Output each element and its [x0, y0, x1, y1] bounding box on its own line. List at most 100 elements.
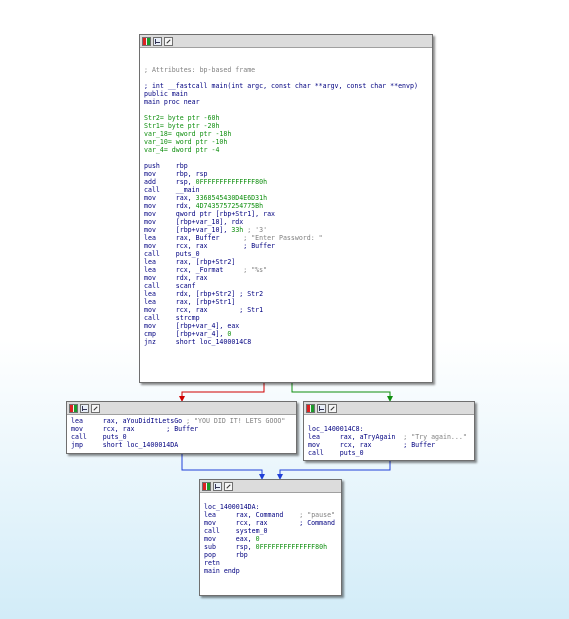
graph-node-main[interactable]: ; Attributes: bp-based frame ; int __fast…	[139, 34, 433, 383]
code-line[interactable]: mov [rbp+var_10], 33h ; '3'	[144, 226, 428, 234]
code-line[interactable]	[144, 58, 428, 66]
graph-node-exit[interactable]: loc_1400014DA: lea rax, Command ; "pause"…	[199, 479, 342, 596]
code-line[interactable]: mov qword ptr [rbp+Str1], rax	[144, 210, 428, 218]
disassembly-listing[interactable]: loc_1400014DA: lea rax, Command ; "pause"…	[200, 493, 341, 577]
code-line[interactable]: mov [rbp+var_18], rdx	[144, 218, 428, 226]
color-icon[interactable]	[306, 403, 315, 413]
code-line[interactable]: ; int __fastcall main(int argc, const ch…	[144, 82, 428, 90]
code-line[interactable]: mov rcx, rax ; Str1	[144, 306, 428, 314]
code-line[interactable]: lea rdx, [rbp+Str2] ; Str2	[144, 290, 428, 298]
code-line[interactable]: mov rdx, rax	[144, 274, 428, 282]
code-line[interactable]: call puts_0	[144, 250, 428, 258]
code-token: ; '3'	[243, 226, 268, 234]
code-token: ; "%s"	[243, 266, 268, 274]
code-token: mov [rbp+var_4], eax	[144, 322, 240, 330]
code-line[interactable]: var_4= dword ptr -4	[144, 146, 428, 154]
code-line[interactable]: var_18= qword ptr -18h	[144, 130, 428, 138]
code-line[interactable]: public main	[144, 90, 428, 98]
code-line[interactable]: lea rcx, _Format ; "%s"	[144, 266, 428, 274]
code-line[interactable]: call scanf	[144, 282, 428, 290]
code-line[interactable]: add rsp, 0FFFFFFFFFFFFFF80h	[144, 178, 428, 186]
code-line[interactable]: pop rbp	[204, 551, 337, 559]
code-token: sub rsp,	[204, 543, 256, 551]
code-line[interactable]: ; Attributes: bp-based frame	[144, 66, 428, 74]
code-line[interactable]: lea rax, Command ; "pause"	[204, 511, 337, 519]
code-line[interactable]: var_10= word ptr -10h	[144, 138, 428, 146]
code-line[interactable]: call system_0	[204, 527, 337, 535]
code-line[interactable]: call puts_0	[71, 433, 292, 441]
code-line[interactable]	[144, 154, 428, 162]
code-line[interactable]	[144, 106, 428, 114]
code-token: ; "Enter Password: "	[243, 234, 323, 242]
code-line[interactable]: lea rax, [rbp+Str1]	[144, 298, 428, 306]
code-token: call strcmp	[144, 314, 200, 322]
graph-node-success[interactable]: lea rax, aYouDidItLetsGo ; "YOU DID IT! …	[66, 401, 297, 454]
color-icon[interactable]	[69, 403, 78, 413]
code-token: 4D7435757254775Bh	[195, 202, 264, 210]
code-line[interactable]: Str2= byte ptr -60h	[144, 114, 428, 122]
code-token: retn	[204, 559, 220, 567]
code-line[interactable]: call strcmp	[144, 314, 428, 322]
code-token: ; int __fastcall main(int argc, const ch…	[144, 82, 418, 90]
code-line[interactable]: mov rdx, 4D7435757254775Bh	[144, 202, 428, 210]
code-token: pop rbp	[204, 551, 248, 559]
code-line[interactable]	[308, 417, 470, 425]
code-token: 0FFFFFFFFFFFFFF80h	[195, 178, 268, 186]
code-line[interactable]: lea rax, [rbp+Str2]	[144, 258, 428, 266]
graph-node-failure[interactable]: loc_1400014C8: lea rax, aTryAgain ; "Try …	[303, 401, 475, 461]
code-token: 0	[255, 535, 260, 543]
code-token: var_10= word ptr -10h	[144, 138, 228, 146]
code-line[interactable]	[204, 495, 337, 503]
code-line[interactable]: sub rsp, 0FFFFFFFFFFFFFF80h	[204, 543, 337, 551]
code-token: lea rax, Buffer	[144, 234, 244, 242]
code-line[interactable]: retn	[204, 559, 337, 567]
zoom-icon[interactable]	[224, 481, 233, 491]
code-line[interactable]: lea rax, aYouDidItLetsGo ; "YOU DID IT! …	[71, 417, 292, 425]
zoom-icon[interactable]	[91, 403, 100, 413]
code-line[interactable]: loc_1400014C8:	[308, 425, 470, 433]
graph-icon[interactable]	[213, 481, 222, 491]
code-line[interactable]: lea rax, Buffer ; "Enter Password: "	[144, 234, 428, 242]
zoom-icon[interactable]	[164, 36, 173, 46]
code-line[interactable]: jmp short loc_1400014DA	[71, 441, 292, 449]
code-line[interactable]: lea rax, aTryAgain ; "Try again..."	[308, 433, 470, 441]
edge-true	[291, 383, 391, 398]
code-line[interactable]: loc_1400014DA:	[204, 503, 337, 511]
code-line[interactable]: mov rcx, rax ; Buffer	[144, 242, 428, 250]
color-icon[interactable]	[142, 36, 151, 46]
code-line[interactable]: call puts_0	[308, 449, 470, 457]
code-line[interactable]: main proc near	[144, 98, 428, 106]
code-line[interactable]: Str1= byte ptr -20h	[144, 122, 428, 130]
code-token: lea rax, Command	[204, 511, 300, 519]
code-line[interactable]: mov eax, 0	[204, 535, 337, 543]
code-line[interactable]: mov [rbp+var_4], eax	[144, 322, 428, 330]
code-line[interactable]: mov rax, 3368545430D4E6D31h	[144, 194, 428, 202]
node-header	[200, 480, 341, 493]
code-line[interactable]	[144, 50, 428, 58]
code-line[interactable]: push rbp	[144, 162, 428, 170]
code-line[interactable]: main endp	[204, 567, 337, 575]
code-line[interactable]: call __main	[144, 186, 428, 194]
code-line[interactable]: mov rcx, rax ; Command	[204, 519, 337, 527]
code-token: cmp [rbp+var_4],	[144, 330, 228, 338]
graph-icon[interactable]	[80, 403, 89, 413]
code-line[interactable]: jnz short loc_1400014C8	[144, 338, 428, 346]
graph-icon[interactable]	[153, 36, 162, 46]
code-line[interactable]: mov rbp, rsp	[144, 170, 428, 178]
code-line[interactable]: mov rcx, rax ; Buffer	[308, 441, 470, 449]
disassembly-listing[interactable]: ; Attributes: bp-based frame ; int __fast…	[140, 48, 432, 348]
code-token: call __main	[144, 186, 200, 194]
zoom-icon[interactable]	[328, 403, 337, 413]
disassembly-listing[interactable]: lea rax, aYouDidItLetsGo ; "YOU DID IT! …	[67, 415, 296, 451]
code-token: push rbp	[144, 162, 188, 170]
graph-icon[interactable]	[317, 403, 326, 413]
color-icon[interactable]	[202, 481, 211, 491]
code-line[interactable]: mov rcx, rax ; Buffer	[71, 425, 292, 433]
disassembly-listing[interactable]: loc_1400014C8: lea rax, aTryAgain ; "Try …	[304, 415, 474, 459]
code-line[interactable]: cmp [rbp+var_4], 0	[144, 330, 428, 338]
code-line[interactable]	[144, 74, 428, 82]
code-token: lea rax, aYouDidItLetsGo	[71, 417, 187, 425]
code-token: ; "YOU DID IT! LETS GOOO"	[186, 417, 286, 425]
code-token: 3368545430D4E6D31h	[195, 194, 268, 202]
node-header	[67, 402, 296, 415]
